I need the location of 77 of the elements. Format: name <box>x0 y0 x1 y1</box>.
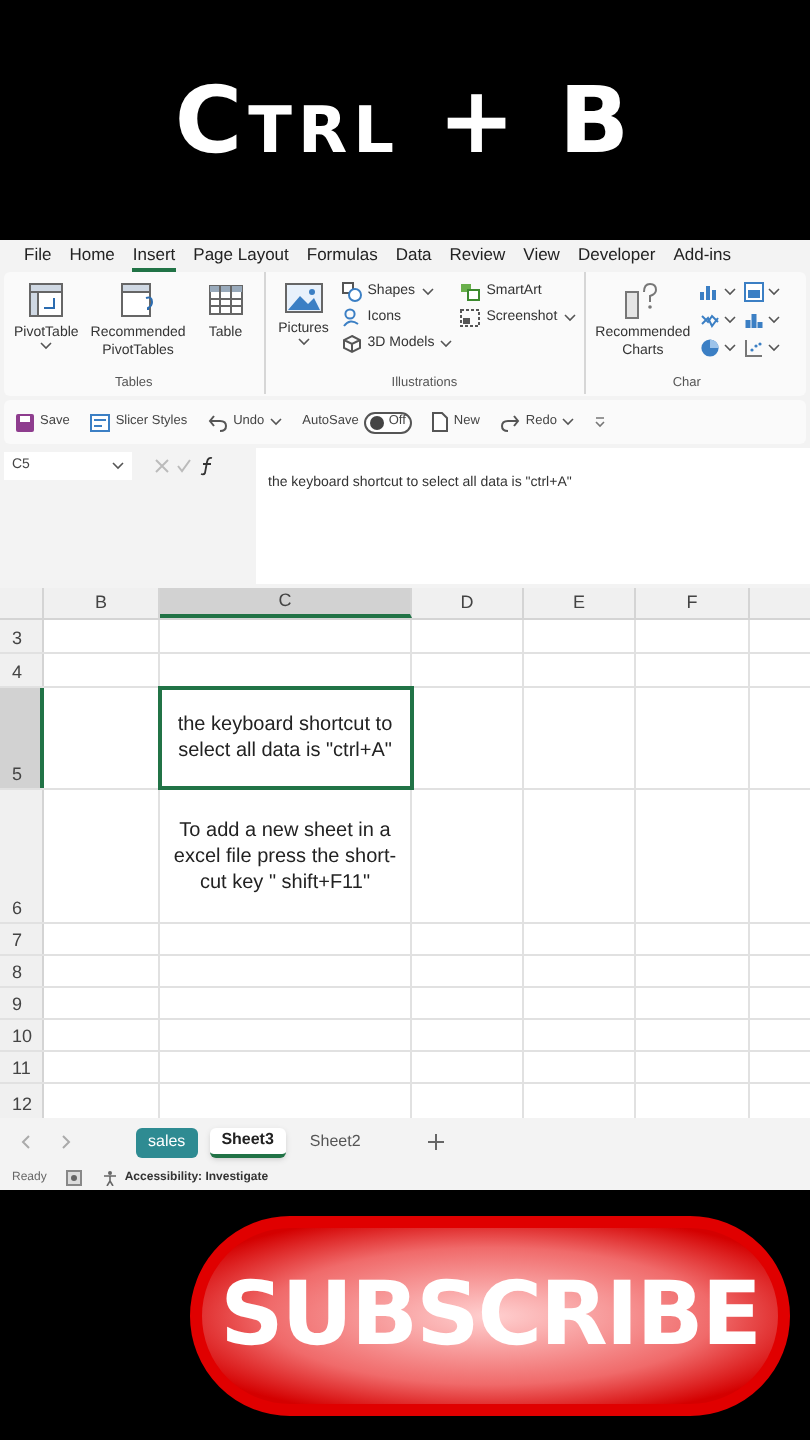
caret-icon <box>724 288 737 296</box>
chart-button[interactable] <box>700 282 737 302</box>
column-header[interactable]: D <box>412 588 524 618</box>
chart-button[interactable] <box>700 338 737 358</box>
caret-icon <box>40 342 53 350</box>
add-sheet-icon[interactable] <box>428 1134 445 1150</box>
row-header[interactable]: 4 <box>0 654 44 686</box>
column-header[interactable]: E <box>524 588 636 618</box>
row-header[interactable]: 10 <box>0 1020 44 1050</box>
menu-tab[interactable]: Page Layout <box>193 240 289 272</box>
row-header[interactable]: 11 <box>0 1052 44 1082</box>
menu-tab[interactable]: Data <box>395 240 432 272</box>
chart-button[interactable] <box>700 310 737 330</box>
previous-sheet-icon[interactable] <box>20 1134 32 1150</box>
caret-icon <box>297 338 310 346</box>
picture-icon <box>283 280 324 316</box>
undo-icon <box>207 413 228 431</box>
pivot-table-icon <box>118 280 159 320</box>
bar-chart-icon <box>744 310 765 330</box>
row-header[interactable]: 8 <box>0 956 44 986</box>
table-cell: the keyboard shortcut to select all data is "ctrl+A" <box>160 688 412 788</box>
document-icon <box>431 412 448 432</box>
chart-button[interactable] <box>744 282 781 302</box>
caret-icon <box>421 288 434 296</box>
check-icon[interactable] <box>176 458 192 474</box>
menu-tab[interactable]: Home <box>69 240 115 272</box>
bar-chart-icon <box>700 282 721 302</box>
slicer-icon <box>89 413 110 431</box>
column-header[interactable]: C <box>160 588 412 618</box>
column-header[interactable]: F <box>636 588 750 618</box>
table-icon <box>205 280 246 320</box>
sheet-tab[interactable]: sales <box>136 1127 198 1157</box>
menu-tab[interactable]: Developer <box>577 240 656 272</box>
sheet-tab[interactable]: Sheet2 <box>297 1127 373 1157</box>
cube-icon <box>341 334 362 354</box>
menu-tab[interactable]: Add-ins <box>673 240 732 272</box>
row-header[interactable]: 5 <box>0 688 44 788</box>
row-header[interactable]: 3 <box>0 620 44 652</box>
next-sheet-icon[interactable] <box>60 1134 72 1150</box>
line-chart-icon <box>700 310 721 330</box>
scatter-chart-icon <box>744 338 765 358</box>
redo-icon <box>499 413 520 431</box>
row-header[interactable]: 6 <box>0 790 44 922</box>
icons-icon <box>341 308 362 328</box>
chart-button[interactable] <box>744 338 781 358</box>
caret-icon <box>724 316 737 324</box>
caret-icon <box>768 344 781 352</box>
save-icon <box>16 413 34 431</box>
menu-tab[interactable]: File <box>24 240 52 272</box>
caret-icon <box>563 314 576 322</box>
caret-icon <box>768 316 781 324</box>
menu-tab[interactable]: Formulas <box>306 240 378 272</box>
pie-chart-icon <box>700 338 721 358</box>
chart-button[interactable] <box>744 310 781 330</box>
caret-icon <box>112 462 124 470</box>
shapes-icon <box>341 282 362 302</box>
screenshot-icon <box>460 308 481 328</box>
function-icon[interactable] <box>198 456 218 476</box>
caret-icon <box>768 288 781 296</box>
macro-icon[interactable] <box>66 1170 83 1186</box>
caret-icon <box>440 340 453 348</box>
caret-icon <box>562 418 575 426</box>
banner-title: Ctrl + B <box>174 63 636 177</box>
accessibility-icon[interactable] <box>102 1170 119 1186</box>
customize-icon[interactable] <box>594 416 607 428</box>
menu-tab[interactable]: Review <box>449 240 506 272</box>
smartart-icon <box>460 282 481 302</box>
chart-icon <box>744 282 765 302</box>
pivot-table-icon <box>26 280 67 320</box>
row-header[interactable]: 12 <box>0 1084 44 1118</box>
sheet-tab[interactable]: Sheet3 <box>209 1127 286 1157</box>
caret-icon <box>724 344 737 352</box>
table-cell: To add a new sheet in a excel file press the short-cut key " shift+F11" <box>160 790 412 922</box>
menu-tab[interactable]: View <box>523 240 560 272</box>
row-header[interactable]: 7 <box>0 924 44 954</box>
caret-icon <box>270 418 283 426</box>
row-header[interactable]: 9 <box>0 988 44 1018</box>
